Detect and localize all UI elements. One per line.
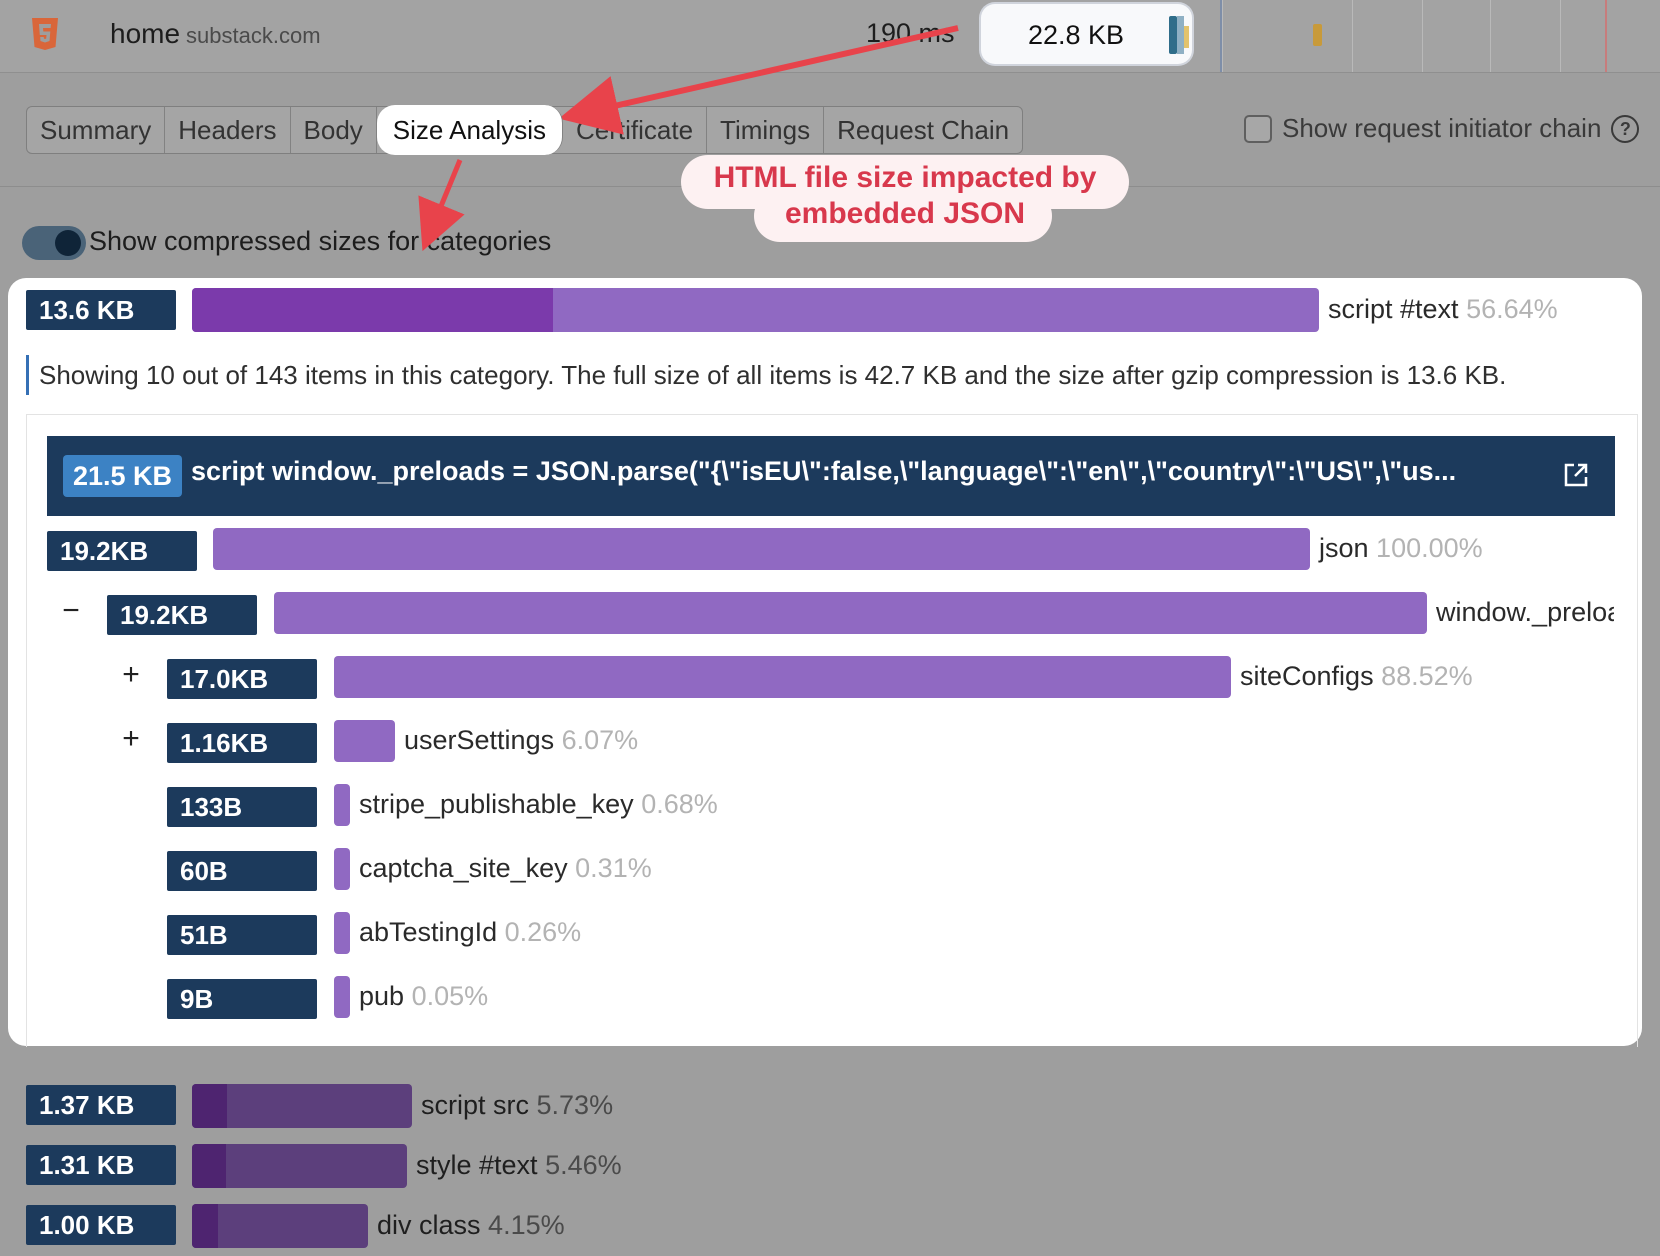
- category-name: div class: [377, 1210, 481, 1240]
- expand-icon[interactable]: +: [119, 722, 143, 756]
- category-size-badge: 1.00 KB: [26, 1205, 176, 1245]
- collapse-icon[interactable]: −: [59, 594, 83, 628]
- expand-icon[interactable]: +: [119, 658, 143, 692]
- annotation-arrow-toggle: [418, 159, 465, 252]
- category-size-badge: 1.37 KB: [26, 1085, 176, 1125]
- tree-bar[interactable]: [334, 784, 350, 826]
- tree-label-percent: 0.26%: [504, 917, 582, 947]
- tree-bar[interactable]: [334, 720, 395, 762]
- tree-bar[interactable]: [334, 976, 350, 1018]
- tree-label-name: window._preloa: [1436, 597, 1614, 627]
- tree-label-percent: 0.68%: [641, 789, 718, 819]
- category-percent: 4.15%: [488, 1210, 565, 1240]
- tree-label-percent: 0.05%: [411, 981, 489, 1011]
- tree-label: captcha_site_key 0.31%: [359, 853, 652, 884]
- tree-size-badge: 19.2KB: [47, 531, 197, 571]
- tree-label-name: pub: [359, 981, 405, 1011]
- tree-bar[interactable]: [213, 528, 1310, 570]
- category-name: style #text: [416, 1150, 538, 1180]
- tree-label-percent: 6.07%: [561, 725, 639, 755]
- category-bar-compressed: [192, 1144, 227, 1188]
- tree-label-percent: 88.52%: [1381, 661, 1473, 691]
- open-external-icon[interactable]: [1563, 462, 1589, 488]
- item-size-badge: 21.5 KB: [63, 455, 183, 497]
- category-label: div class 4.15%: [377, 1210, 565, 1241]
- tree-label-name: stripe_publishable_key: [359, 789, 634, 819]
- category-info: Showing 10 out of 143 items in this cate…: [26, 355, 1506, 395]
- category-percent: 5.46%: [545, 1150, 622, 1180]
- tree-label-name: json: [1319, 533, 1369, 563]
- category-label: script src 5.73%: [421, 1090, 613, 1121]
- tree-label: pub 0.05%: [359, 981, 488, 1012]
- tree-label: abTestingId 0.26%: [359, 917, 581, 948]
- category-name: script src: [421, 1090, 529, 1120]
- tree-bar[interactable]: [274, 592, 1427, 634]
- tree-label: stripe_publishable_key 0.68%: [359, 789, 718, 820]
- category-bar-compressed: [192, 1204, 219, 1248]
- category-percent: 5.73%: [536, 1090, 614, 1120]
- tree-size-badge: 9B: [167, 979, 317, 1019]
- tree-size-badge: 1.16KB: [167, 723, 317, 763]
- tree-bar[interactable]: [334, 912, 350, 954]
- category-bar[interactable]: [192, 1144, 407, 1188]
- tree-size-badge: 51B: [167, 915, 317, 955]
- tree-label: siteConfigs 88.52%: [1240, 661, 1473, 692]
- item-title: script window._preloads = JSON.parse("{\…: [191, 456, 1457, 486]
- annotation-arrows: [418, 25, 959, 252]
- tree-size-badge: 133B: [167, 787, 317, 827]
- tree-label: json 100.00%: [1319, 533, 1483, 564]
- category-bar[interactable]: [192, 1204, 368, 1248]
- category-size-badge: 1.31 KB: [26, 1145, 176, 1185]
- item-header[interactable]: 21.5 KB script window._preloads = JSON.p…: [47, 436, 1615, 516]
- tree-size-badge: 60B: [167, 851, 317, 891]
- annotation-arrow-tab: [558, 25, 959, 135]
- tree-label: userSettings 6.07%: [404, 725, 638, 756]
- tree-label-percent: 0.31%: [575, 853, 652, 883]
- tree-size-badge: 17.0KB: [167, 659, 317, 699]
- tree-bar[interactable]: [334, 848, 350, 890]
- tree-label-name: siteConfigs: [1240, 661, 1374, 691]
- tree-label: window._preloa: [1436, 597, 1614, 628]
- category-label: style #text 5.46%: [416, 1150, 622, 1181]
- tree-label-name: captcha_site_key: [359, 853, 568, 883]
- tree-label-percent: 100.00%: [1376, 533, 1483, 563]
- category-bar-compressed: [192, 1084, 228, 1128]
- tree-bar[interactable]: [334, 656, 1231, 698]
- tree-size-badge: 19.2KB: [107, 595, 257, 635]
- tab-size-analysis[interactable]: Size Analysis: [376, 105, 563, 155]
- category-bar[interactable]: [192, 1084, 412, 1128]
- tree-label-name: abTestingId: [359, 917, 498, 947]
- tree-label-name: userSettings: [404, 725, 555, 755]
